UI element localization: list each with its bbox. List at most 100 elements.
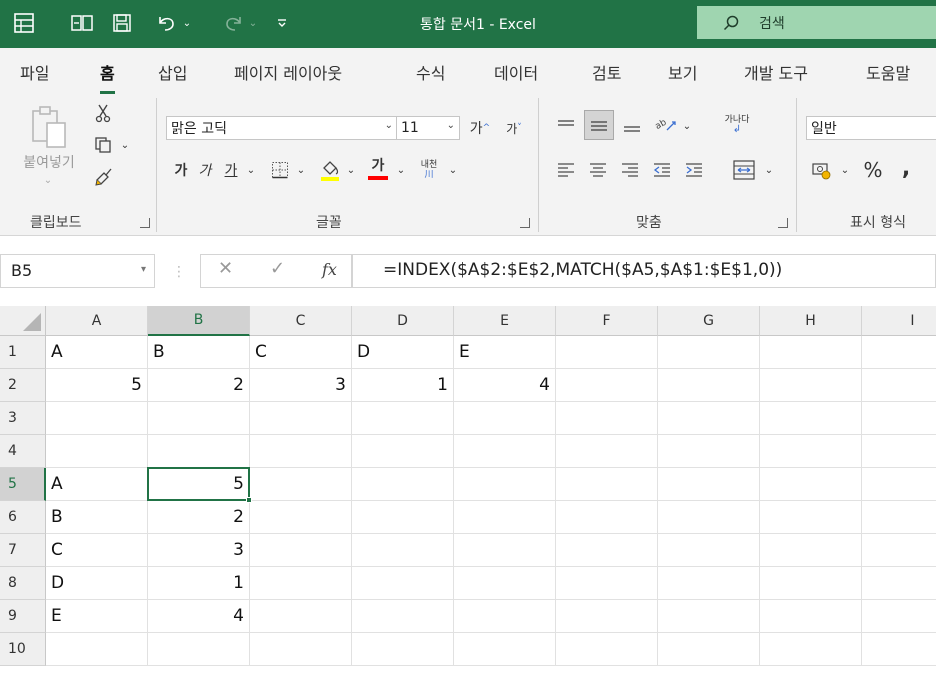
cell-f2[interactable] <box>556 369 658 402</box>
cell-b7[interactable]: 3 <box>148 534 250 567</box>
cell-a8[interactable]: D <box>46 567 148 600</box>
cell-d7[interactable] <box>352 534 454 567</box>
cell-f10[interactable] <box>556 633 658 666</box>
column-header-h[interactable]: H <box>760 306 862 336</box>
percent-style-button[interactable]: % <box>860 156 886 184</box>
cell-a5[interactable]: A <box>46 468 148 501</box>
cell-c8[interactable] <box>250 567 352 600</box>
cell-a4[interactable] <box>46 435 148 468</box>
cell-f1[interactable] <box>556 336 658 369</box>
tab-developer[interactable]: 개발 도구 <box>744 60 808 84</box>
cell-h5[interactable] <box>760 468 862 501</box>
align-center-icon[interactable] <box>586 158 610 182</box>
cell-b8[interactable]: 1 <box>148 567 250 600</box>
cell-d9[interactable] <box>352 600 454 633</box>
cell-e4[interactable] <box>454 435 556 468</box>
cell-b4[interactable] <box>148 435 250 468</box>
tab-view[interactable]: 보기 <box>668 60 697 84</box>
tab-page-layout[interactable]: 페이지 레이아웃 <box>234 60 342 84</box>
cell-f7[interactable] <box>556 534 658 567</box>
increase-indent-icon[interactable] <box>682 158 706 182</box>
italic-button[interactable]: 가 <box>194 158 216 182</box>
customize-toolbar-icon[interactable] <box>272 9 292 37</box>
fill-color-dropdown-icon[interactable]: ⌄ <box>344 160 358 180</box>
cell-h1[interactable] <box>760 336 862 369</box>
cell-g9[interactable] <box>658 600 760 633</box>
font-color-button[interactable]: 가 <box>364 154 392 184</box>
cell-b1[interactable]: B <box>148 336 250 369</box>
decrease-indent-icon[interactable] <box>650 158 674 182</box>
cell-e6[interactable] <box>454 501 556 534</box>
cell-a10[interactable] <box>46 633 148 666</box>
cell-a3[interactable] <box>46 402 148 435</box>
cell-g5[interactable] <box>658 468 760 501</box>
cell-b5[interactable]: 5 <box>148 468 250 501</box>
number-format-combo[interactable]: 일반 <box>806 116 936 140</box>
column-header-f[interactable]: F <box>556 306 658 336</box>
tab-insert[interactable]: 삽입 <box>158 60 187 84</box>
font-name-combo[interactable]: 맑은 고딕 ⌄ <box>166 116 398 140</box>
cell-i2[interactable] <box>862 369 936 402</box>
cell-h4[interactable] <box>760 435 862 468</box>
cell-b9[interactable]: 4 <box>148 600 250 633</box>
cell-d8[interactable] <box>352 567 454 600</box>
format-painter-icon[interactable] <box>92 164 116 188</box>
cell-c9[interactable] <box>250 600 352 633</box>
cell-h10[interactable] <box>760 633 862 666</box>
cell-h7[interactable] <box>760 534 862 567</box>
tab-home[interactable]: 홈 <box>100 60 115 94</box>
cell-i6[interactable] <box>862 501 936 534</box>
undo-dropdown-icon[interactable]: ⌄ <box>180 9 194 37</box>
grow-font-button[interactable]: 가 ^ <box>466 116 494 140</box>
cell-e3[interactable] <box>454 402 556 435</box>
cell-g3[interactable] <box>658 402 760 435</box>
autosave-icon[interactable] <box>66 9 98 37</box>
cell-g7[interactable] <box>658 534 760 567</box>
cell-h3[interactable] <box>760 402 862 435</box>
row-header-4[interactable]: 4 <box>0 435 46 468</box>
cell-f8[interactable] <box>556 567 658 600</box>
row-header-7[interactable]: 7 <box>0 534 46 567</box>
bold-button[interactable]: 가 <box>170 158 192 182</box>
cell-d4[interactable] <box>352 435 454 468</box>
underline-button[interactable]: 가 <box>220 158 242 182</box>
tab-review[interactable]: 검토 <box>592 60 621 84</box>
merge-dropdown-icon[interactable]: ⌄ <box>762 160 776 180</box>
row-header-8[interactable]: 8 <box>0 567 46 600</box>
row-header-3[interactable]: 3 <box>0 402 46 435</box>
cell-e8[interactable] <box>454 567 556 600</box>
accounting-dropdown-icon[interactable]: ⌄ <box>838 160 852 180</box>
tab-data[interactable]: 데이터 <box>494 60 538 84</box>
cell-i9[interactable] <box>862 600 936 633</box>
more-options-icon[interactable]: ⋮ <box>172 264 186 280</box>
cell-g4[interactable] <box>658 435 760 468</box>
fill-handle[interactable] <box>246 497 252 503</box>
cell-i3[interactable] <box>862 402 936 435</box>
alignment-launcher-icon[interactable] <box>778 218 788 228</box>
enter-icon[interactable]: ✓ <box>270 258 285 279</box>
underline-dropdown-icon[interactable]: ⌄ <box>244 160 258 180</box>
insert-function-button[interactable]: fx <box>322 260 337 279</box>
accounting-format-icon[interactable] <box>808 156 836 184</box>
align-middle-icon[interactable] <box>584 110 614 140</box>
row-header-10[interactable]: 10 <box>0 633 46 666</box>
cell-e5[interactable] <box>454 468 556 501</box>
paste-button-label[interactable]: 붙여넣기 <box>14 152 84 172</box>
cell-i7[interactable] <box>862 534 936 567</box>
cell-h9[interactable] <box>760 600 862 633</box>
cell-d6[interactable] <box>352 501 454 534</box>
save-icon[interactable] <box>106 9 138 37</box>
cell-i10[interactable] <box>862 633 936 666</box>
row-header-1[interactable]: 1 <box>0 336 46 369</box>
copy-dropdown-icon[interactable]: ⌄ <box>118 138 132 152</box>
cell-f6[interactable] <box>556 501 658 534</box>
column-header-d[interactable]: D <box>352 306 454 336</box>
cell-b10[interactable] <box>148 633 250 666</box>
cell-c7[interactable] <box>250 534 352 567</box>
align-bottom-icon[interactable] <box>620 114 644 138</box>
cell-b6[interactable]: 2 <box>148 501 250 534</box>
comma-style-button[interactable]: , <box>896 154 916 182</box>
cell-g10[interactable] <box>658 633 760 666</box>
cell-g2[interactable] <box>658 369 760 402</box>
cell-a2[interactable]: 5 <box>46 369 148 402</box>
